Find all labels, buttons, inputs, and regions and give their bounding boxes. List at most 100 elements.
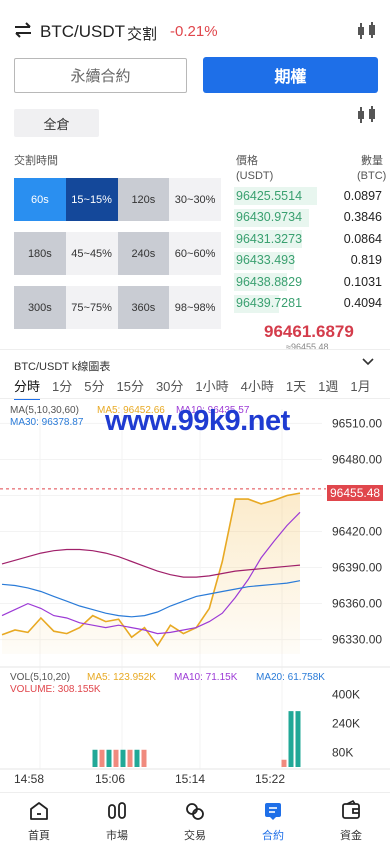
y-tick-label: 96330.00	[332, 633, 382, 647]
kline-chart[interactable]: 96330.0096360.0096390.0096420.0096450.00…	[0, 399, 390, 789]
nav-label: 市場	[106, 830, 128, 842]
margin-mode-button[interactable]: 全倉	[14, 109, 99, 137]
orderbook-row[interactable]: 96439.7281 0.4094	[234, 293, 384, 315]
volume-ma20: MA20: 61.758K	[256, 672, 325, 683]
orderbook-price: 96430.9734	[236, 210, 303, 225]
volume-tick-label: 240K	[332, 716, 360, 730]
market-icon	[108, 802, 126, 819]
timeframe-tab[interactable]: 30分	[156, 376, 183, 400]
orderbook-row[interactable]: 96438.8829 0.1031	[234, 271, 384, 293]
orderbook-row[interactable]: 96430.9734 0.3846	[234, 207, 384, 229]
price-column-header: 價格	[236, 155, 258, 167]
nav-item-trade[interactable]: 交易	[156, 793, 234, 844]
candle-settings-icon[interactable]	[356, 106, 378, 124]
y-tick-label: 96510.00	[332, 416, 382, 430]
volume-value: VOLUME: 308.155K	[10, 684, 101, 695]
volume-bar	[295, 711, 301, 767]
candle-settings-icon[interactable]	[356, 22, 378, 40]
contract-icon	[265, 803, 281, 820]
orderbook-row[interactable]: 96425.5514 0.0897	[234, 185, 384, 207]
delivery-time-option[interactable]: 240s	[117, 232, 170, 275]
nav-label: 首頁	[28, 830, 50, 842]
orderbook-row[interactable]: 96433.493 0.819	[234, 250, 384, 272]
x-tick-label: 15:14	[175, 772, 205, 786]
timeframe-tab[interactable]: 分時	[14, 376, 41, 400]
delivery-rate-option[interactable]: 45~45%	[65, 232, 118, 275]
ma30-value: MA30: 96378.87	[10, 417, 84, 428]
timeframe-tab[interactable]: 1月	[350, 376, 370, 400]
delivery-rate-option[interactable]: 75~75%	[65, 286, 118, 329]
delivery-rate-option[interactable]: 60~60%	[169, 232, 221, 275]
orderbook-qty: 0.0897	[343, 188, 382, 203]
perpetual-contract-button[interactable]: 永續合約	[14, 58, 187, 93]
orderbook-price: 96433.493	[236, 253, 296, 268]
y-tick-label: 96420.00	[332, 525, 382, 539]
y-tick-label: 96390.00	[332, 561, 382, 575]
orderbook-qty: 0.0864	[343, 231, 382, 246]
qty-unit: (BTC)	[357, 170, 387, 182]
timeframe-tab[interactable]: 1小時	[195, 376, 228, 400]
orderbook-price: 96431.3273	[236, 231, 303, 246]
chevron-down-icon[interactable]	[361, 356, 375, 368]
orderbook-price: 96425.5514	[236, 188, 303, 203]
timeframe-tab[interactable]: 1天	[286, 376, 306, 400]
delivery-rate-option[interactable]: 30~30%	[169, 178, 221, 221]
delivery-time-label: 交割時間	[14, 155, 58, 167]
nav-item-home[interactable]: 首頁	[0, 793, 78, 844]
timeframe-tab[interactable]: 1分	[52, 376, 72, 400]
volume-ma5: MA5: 123.952K	[87, 672, 156, 683]
mark-price: ≈96455.48	[286, 342, 329, 352]
swap-icon[interactable]	[14, 22, 32, 38]
orderbook-price: 96438.8829	[236, 274, 303, 289]
volume-tick-label: 80K	[332, 745, 353, 759]
nav-item-contract[interactable]: 合約	[234, 793, 312, 844]
y-tick-label: 96360.00	[332, 597, 382, 611]
delivery-time-option[interactable]: 300s	[14, 286, 66, 329]
nav-label: 交易	[184, 830, 206, 842]
timeframe-tabs: 分時 1分 5分 15分 30分 1小時 4小時 1天 1週 1月	[14, 376, 383, 400]
orderbook-qty: 0.3846	[343, 210, 382, 225]
watermark: www.99k9.net	[105, 405, 290, 437]
volume-bar	[99, 749, 105, 767]
delivery-grid: 60s 15~15% 120s 30~30% 180s 45~45% 240s …	[14, 178, 221, 340]
volume-bar	[134, 749, 140, 767]
x-tick-label: 15:22	[255, 772, 285, 786]
nav-item-wallet[interactable]: 資金	[312, 793, 390, 844]
divider	[0, 349, 390, 350]
x-tick-label: 15:06	[95, 772, 125, 786]
volume-tick-label: 400K	[332, 687, 360, 701]
chart-title: BTC/USDT k線圖表	[14, 361, 111, 373]
y-tick-label: 96480.00	[332, 452, 382, 466]
orderbook-qty: 0.1031	[343, 274, 382, 289]
nav-item-market[interactable]: 市場	[78, 793, 156, 844]
orderbook-row[interactable]: 96431.3273 0.0864	[234, 228, 384, 250]
qty-column-header: 數量	[361, 155, 383, 167]
nav-label: 合約	[262, 830, 284, 842]
delivery-time-option[interactable]: 60s	[14, 178, 66, 221]
timeframe-tab[interactable]: 1週	[318, 376, 338, 400]
timeframe-tab[interactable]: 15分	[116, 376, 143, 400]
volume-bar	[281, 759, 287, 767]
timeframe-tab[interactable]: 4小時	[241, 376, 274, 400]
timeframe-tab[interactable]: 5分	[84, 376, 104, 400]
pair-title[interactable]: BTC/USDT	[40, 22, 125, 42]
delivery-time-option[interactable]: 180s	[14, 232, 66, 275]
delivery-rate-option[interactable]: 15~15%	[65, 178, 118, 221]
price-area	[2, 493, 300, 654]
delivery-time-option[interactable]: 120s	[117, 178, 170, 221]
volume-bar	[113, 749, 119, 767]
delivery-rate-option[interactable]: 98~98%	[169, 286, 221, 329]
trade-icon	[186, 803, 204, 820]
volume-bar	[288, 711, 294, 767]
volume-header: VOL(5,10,20)	[10, 672, 71, 683]
nav-label: 資金	[340, 830, 362, 842]
trade-type-label: 交割	[127, 26, 158, 43]
options-button[interactable]: 期權	[203, 57, 378, 93]
bottom-nav: 首頁 市場 交易 合約 資金	[0, 792, 390, 844]
price-unit: (USDT)	[236, 170, 274, 182]
x-tick-label: 14:58	[14, 772, 44, 786]
delivery-time-option[interactable]: 360s	[117, 286, 170, 329]
volume-bar	[120, 749, 126, 767]
volume-bar	[106, 749, 112, 767]
orderbook-price: 96439.7281	[236, 296, 303, 311]
